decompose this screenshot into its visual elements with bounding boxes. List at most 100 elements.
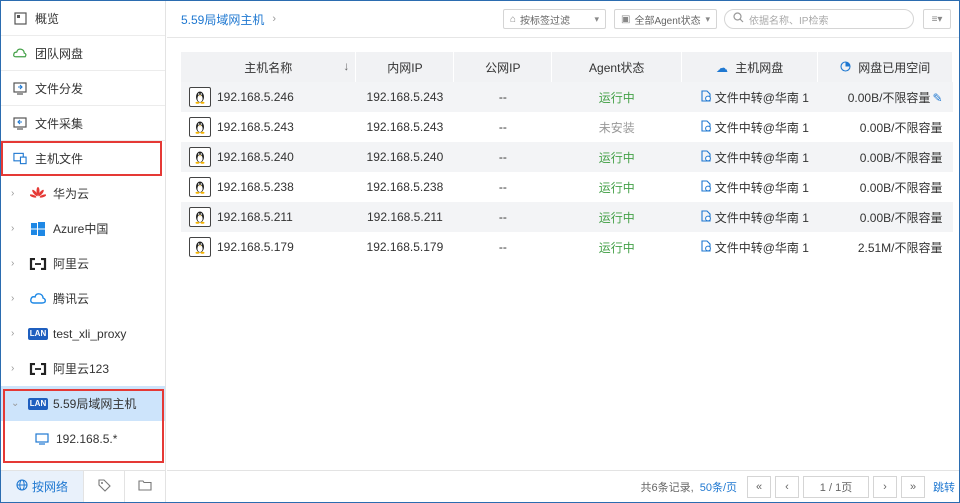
tag-filter-select[interactable]: ⌂ 按标签过滤 ▾ xyxy=(503,9,606,29)
sort-options-button[interactable]: ≡▾ xyxy=(923,9,951,29)
col-header-lan-ip[interactable]: 内网IP xyxy=(355,52,455,82)
chevron-right-icon[interactable]: › xyxy=(11,363,21,374)
file-transfer-icon xyxy=(700,149,712,165)
nav-item-host-files[interactable]: 主机文件 xyxy=(1,141,162,176)
linux-icon xyxy=(189,177,211,197)
nav-item-file-collect[interactable]: 文件采集 xyxy=(1,106,165,141)
cell-host-disk[interactable]: 文件中转@华南 1 xyxy=(681,112,818,142)
disk-label: 文件中转@华南 1 xyxy=(714,240,809,255)
host-name: 192.168.5.179 xyxy=(217,240,294,254)
table-row[interactable]: 192.168.5.238 192.168.5.238 -- 运行中 文件中转@华南 1… xyxy=(181,172,953,202)
total-records: 共6条记录, xyxy=(640,481,694,494)
header-label: 网盘已用空间 xyxy=(858,60,931,75)
disk-usage: 0.00B/不限容量 xyxy=(859,150,943,165)
linux-icon xyxy=(189,87,211,107)
chevron-right-icon[interactable]: › xyxy=(11,328,21,339)
host-name: 192.168.5.243 xyxy=(217,120,294,134)
nav-item-team-drive[interactable]: 团队网盘 xyxy=(1,36,165,71)
col-header-public-ip[interactable]: 公网IP xyxy=(453,52,553,82)
cell-agent-status: 运行中 xyxy=(551,172,682,202)
disk-usage: 0.00B/不限容量 xyxy=(859,180,943,195)
tab-by-tag[interactable] xyxy=(83,471,124,502)
col-header-host[interactable]: 主机名称 ↓ xyxy=(181,52,357,82)
tree-item-aliyun123[interactable]: › 阿里云123 xyxy=(1,351,165,386)
chevron-right-icon[interactable]: › xyxy=(11,258,21,269)
nav-item-file-distribute[interactable]: 文件分发 xyxy=(1,71,165,106)
distribute-icon xyxy=(13,81,27,95)
tab-by-folder[interactable] xyxy=(124,471,165,502)
cell-host[interactable]: 192.168.5.238 xyxy=(181,172,356,202)
table-row[interactable]: 192.168.5.246 192.168.5.243 -- 运行中 文件中转@华南 1… xyxy=(181,82,953,112)
jump-button[interactable]: 跳转 xyxy=(933,479,955,495)
main-panel: 5.59局域网主机 › ⌂ 按标签过滤 ▾ ▣ 全部Agent状态 ▾ 依据名称… xyxy=(167,1,959,502)
table-row[interactable]: 192.168.5.240 192.168.5.240 -- 运行中 文件中转@华南 1… xyxy=(181,142,953,172)
tag-filter-label: 按标签过滤 xyxy=(520,15,571,27)
hosts-table: 主机名称 ↓ 内网IP 公网IP Agent状态 ☁ 主机网盘 网盘已用空间 1 xyxy=(181,52,953,262)
cell-disk-used: 2.51M/不限容量 xyxy=(817,232,953,262)
tree-item-test-xli-proxy[interactable]: › LAN test_xli_proxy xyxy=(1,316,165,351)
cell-host[interactable]: 192.168.5.240 xyxy=(181,142,356,172)
tab-label: 按网络 xyxy=(31,480,68,494)
first-page-button[interactable]: « xyxy=(747,475,771,498)
cell-host-disk[interactable]: 文件中转@华南 1 xyxy=(681,232,818,262)
file-transfer-icon xyxy=(700,119,712,135)
folder-icon xyxy=(138,479,152,494)
search-input[interactable]: 依据名称、IP检索 xyxy=(724,9,914,29)
breadcrumb[interactable]: 5.59局域网主机 xyxy=(181,11,264,28)
nav-item-label: 团队网盘 xyxy=(35,46,84,61)
table-row[interactable]: 192.168.5.211 192.168.5.211 -- 运行中 文件中转@华南 1… xyxy=(181,202,953,232)
sidebar-footer: 按网络 xyxy=(1,470,166,502)
nav-item-label: 文件采集 xyxy=(35,116,84,131)
tree-item-label: 华为云 xyxy=(53,187,90,201)
tree-item-label: 阿里云 xyxy=(53,257,90,271)
table-row[interactable]: 192.168.5.243 192.168.5.243 -- 未安装 文件中转@华南 1… xyxy=(181,112,953,142)
prev-page-button[interactable]: ‹ xyxy=(775,475,799,498)
cell-agent-status: 运行中 xyxy=(551,142,682,172)
cell-host[interactable]: 192.168.5.211 xyxy=(181,202,356,232)
cell-host-disk[interactable]: 文件中转@华南 1 xyxy=(681,172,818,202)
file-transfer-icon xyxy=(700,239,712,255)
cell-lan-ip: 192.168.5.211 xyxy=(355,202,454,232)
col-header-host-disk[interactable]: ☁ 主机网盘 xyxy=(681,52,819,82)
last-page-button[interactable]: » xyxy=(901,475,925,498)
agent-filter-label: 全部Agent状态 xyxy=(634,15,701,27)
toolbar: 5.59局域网主机 › ⌂ 按标签过滤 ▾ ▣ 全部Agent状态 ▾ 依据名称… xyxy=(167,1,959,38)
pie-chart-icon xyxy=(840,60,854,75)
host-name: 192.168.5.211 xyxy=(217,210,293,224)
cell-public-ip: -- xyxy=(453,232,552,262)
tree-item-aliyun[interactable]: › 阿里云 xyxy=(1,246,165,281)
cloud-icon: ☁ xyxy=(715,60,728,75)
cell-host-disk[interactable]: 文件中转@华南 1 xyxy=(681,142,818,172)
cell-host[interactable]: 192.168.5.246 xyxy=(181,82,356,112)
cell-public-ip: -- xyxy=(453,82,552,112)
next-page-button[interactable]: › xyxy=(873,475,897,498)
sort-desc-icon[interactable]: ↓ xyxy=(343,59,349,73)
cell-host[interactable]: 192.168.5.243 xyxy=(181,112,356,142)
cell-public-ip: -- xyxy=(453,172,552,202)
cell-disk-used: 0.00B/不限容量 xyxy=(817,112,953,142)
globe-icon xyxy=(16,479,28,494)
chevron-right-icon[interactable]: › xyxy=(11,223,21,234)
cell-lan-ip: 192.168.5.179 xyxy=(355,232,454,262)
page-size-select[interactable]: 50条/页 xyxy=(700,479,737,495)
cell-host-disk[interactable]: 文件中转@华南 1 xyxy=(681,202,818,232)
cloud-drive-icon xyxy=(13,46,27,60)
cell-host[interactable]: 192.168.5.179 xyxy=(181,232,356,262)
tree-item-tencent[interactable]: › 腾讯云 xyxy=(1,281,165,316)
table-row[interactable]: 192.168.5.179 192.168.5.179 -- 运行中 文件中转@华南 1… xyxy=(181,232,953,262)
edit-icon[interactable]: ✎ xyxy=(932,91,942,105)
col-header-disk-used[interactable]: 网盘已用空间 xyxy=(817,52,953,82)
cell-host-disk[interactable]: 文件中转@华南 1 xyxy=(681,82,818,112)
nav-item-overview[interactable]: 概览 xyxy=(1,1,165,36)
tree-item-huawei[interactable]: › 华为云 xyxy=(1,176,165,211)
chevron-right-icon[interactable]: › xyxy=(11,293,21,304)
agent-status-select[interactable]: ▣ 全部Agent状态 ▾ xyxy=(614,9,717,29)
host-name: 192.168.5.246 xyxy=(217,90,294,104)
tab-by-network[interactable]: 按网络 xyxy=(1,471,83,502)
cell-disk-used: 0.00B/不限容量 xyxy=(817,172,953,202)
col-header-agent-status[interactable]: Agent状态 xyxy=(551,52,683,82)
tree-item-label: 阿里云123 xyxy=(53,362,110,376)
tree-item-azure[interactable]: › Azure中国 xyxy=(1,211,165,246)
chevron-right-icon[interactable]: › xyxy=(11,188,21,199)
sidebar: 概览 团队网盘 文件分发 文件采集 主机文件 › 华为云 › Azure中国 ›… xyxy=(1,1,166,502)
